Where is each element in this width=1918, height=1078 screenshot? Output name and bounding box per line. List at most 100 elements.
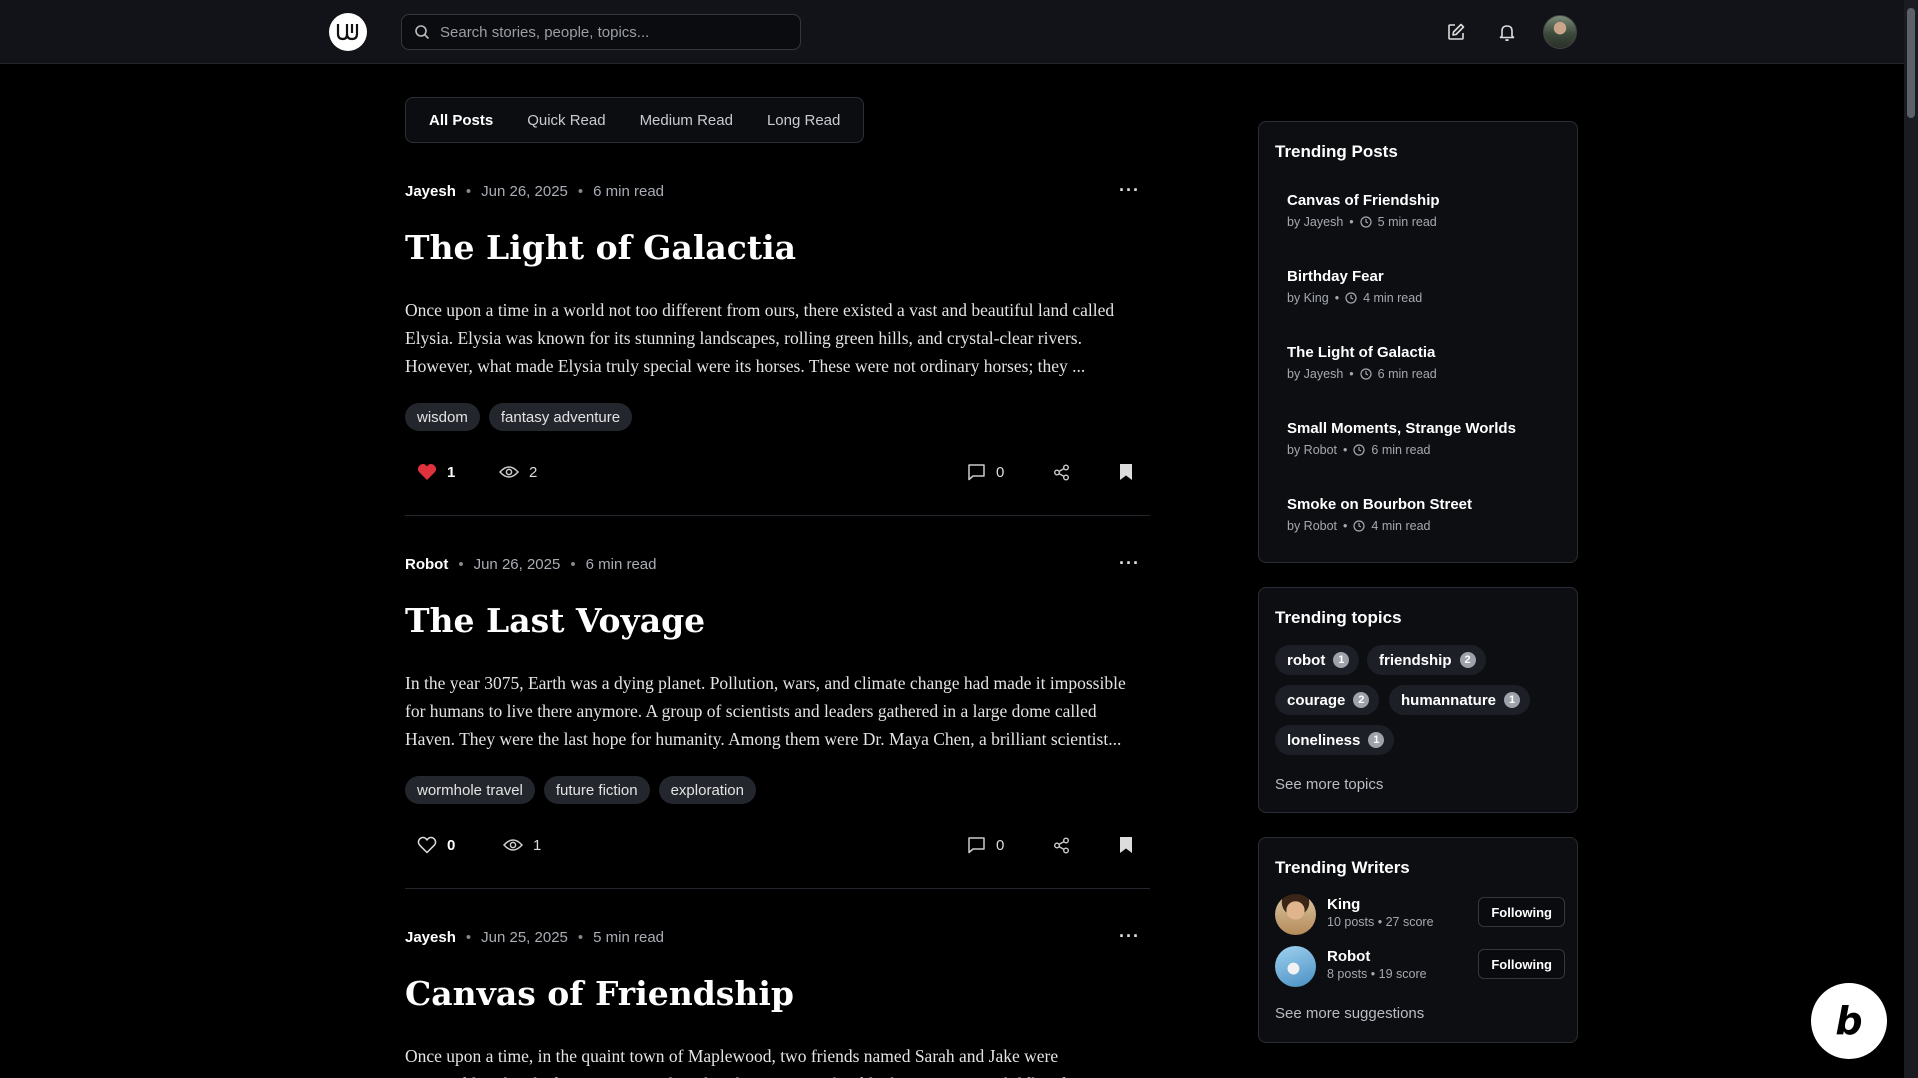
trending-post-title[interactable]: The Light of Galactia: [1287, 344, 1437, 361]
see-more-suggestions-link[interactable]: See more suggestions: [1275, 1005, 1424, 1022]
trending-post-item[interactable]: The Light of Galactia by Jayesh • 6 min re…: [1287, 344, 1437, 381]
view-count: 1: [533, 836, 542, 854]
heart-outline-icon: [417, 836, 437, 854]
read-length-tabs: All Posts Quick Read Medium Read Long Re…: [405, 97, 865, 143]
trending-post-item[interactable]: Smoke on Bourbon Street by Robot • 4 min r…: [1287, 496, 1472, 533]
comment-button[interactable]: 0: [967, 832, 1004, 858]
following-button[interactable]: Following: [1478, 897, 1565, 927]
more-options-icon[interactable]: ···: [1119, 180, 1140, 201]
tag-chip[interactable]: future fiction: [543, 776, 650, 804]
trending-post-title[interactable]: Smoke on Bourbon Street: [1287, 496, 1472, 513]
scrollbar-thumb[interactable]: [1907, 8, 1915, 118]
page-scrollbar[interactable]: [1904, 0, 1918, 1078]
search-bar[interactable]: [401, 14, 801, 50]
post-excerpt: Once upon a time in a world not too diff…: [405, 300, 1115, 376]
site-logo[interactable]: [329, 13, 367, 51]
tag-chip[interactable]: wormhole travel: [405, 776, 535, 804]
topic-count: 1: [1368, 732, 1385, 748]
post-title[interactable]: The Light of Galactia: [405, 228, 1150, 268]
post-actions: 1 2 0: [405, 459, 1150, 485]
post-card[interactable]: Jayesh • Jun 25, 2025 • 5 min read ··· C…: [405, 926, 1150, 1078]
clock-icon: [1360, 216, 1372, 228]
like-count: 0: [447, 836, 456, 854]
topic-count: 2: [1459, 652, 1476, 668]
like-button[interactable]: 1: [417, 459, 455, 485]
trending-post-item[interactable]: Canvas of Friendship by Jayesh • 5 min rea…: [1287, 192, 1440, 229]
post-meta: Jayesh • Jun 26, 2025 • 6 min read: [405, 182, 665, 200]
writer-row: King 10 posts • 27 score Following: [1275, 894, 1565, 936]
post-read-time: 6 min read: [585, 555, 657, 573]
post-tags: wormhole travel future fiction explorati…: [405, 776, 1150, 804]
topic-chip[interactable]: courage 2: [1275, 685, 1380, 715]
search-icon: [415, 25, 430, 40]
topic-count: 1: [1333, 652, 1350, 668]
clock-icon: [1360, 368, 1372, 380]
post-actions: 0 1 0: [405, 832, 1150, 858]
bookmark-button[interactable]: [1119, 459, 1133, 485]
post-title[interactable]: Canvas of Friendship: [405, 974, 1150, 1014]
writer-avatar[interactable]: [1275, 946, 1316, 987]
trending-post-item[interactable]: Birthday Fear by King • 4 min read: [1287, 268, 1422, 305]
post-card[interactable]: Jayesh • Jun 26, 2025 • 6 min read ··· T…: [405, 180, 1150, 485]
trending-post-title[interactable]: Small Moments, Strange Worlds: [1287, 420, 1516, 437]
post-author[interactable]: Jayesh: [405, 929, 456, 946]
trending-post-title[interactable]: Canvas of Friendship: [1287, 192, 1440, 209]
bell-icon[interactable]: [1495, 20, 1519, 44]
topic-chip[interactable]: loneliness 1: [1275, 725, 1395, 755]
tab-long-read[interactable]: Long Read: [750, 98, 857, 142]
bookmark-button[interactable]: [1119, 832, 1133, 858]
trending-posts-card: Trending Posts Canvas of Friendship by J…: [1258, 121, 1578, 563]
clock-icon: [1345, 292, 1357, 304]
tab-quick-read[interactable]: Quick Read: [510, 98, 622, 142]
tag-chip[interactable]: fantasy adventure: [488, 403, 633, 431]
eye-icon: [499, 466, 519, 478]
trending-writers-card: Trending Writers King 10 posts • 27 scor…: [1258, 837, 1578, 1043]
post-excerpt: In the year 3075, Earth was a dying plan…: [405, 673, 1126, 749]
post-tags: wisdom fantasy adventure: [405, 403, 1150, 431]
tag-chip[interactable]: exploration: [658, 776, 756, 804]
writer-row: Robot 8 posts • 19 score Following: [1275, 946, 1565, 988]
writer-name[interactable]: King: [1327, 896, 1360, 913]
topic-chip[interactable]: friendship 2: [1367, 645, 1486, 675]
topic-chip[interactable]: humannature 1: [1389, 685, 1531, 715]
write-icon[interactable]: [1444, 20, 1468, 44]
tab-medium-read[interactable]: Medium Read: [623, 98, 750, 142]
bookmark-icon: [1120, 464, 1132, 480]
trending-topics-card: Trending topics robot 1 friendship 2 coura…: [1258, 587, 1578, 813]
tab-all-posts[interactable]: All Posts: [412, 98, 510, 142]
trending-post-title[interactable]: Birthday Fear: [1287, 268, 1422, 285]
comment-button[interactable]: 0: [967, 459, 1004, 485]
comment-count: 0: [996, 463, 1005, 481]
trending-writers-heading: Trending Writers: [1275, 858, 1410, 877]
writer-stats: 8 posts • 19 score: [1327, 967, 1427, 981]
comment-count: 0: [996, 836, 1005, 854]
tag-chip[interactable]: wisdom: [405, 403, 480, 431]
bolt-badge-logo[interactable]: b: [1811, 983, 1887, 1059]
like-button[interactable]: 0: [417, 832, 455, 858]
writer-avatar[interactable]: [1275, 894, 1316, 935]
search-input[interactable]: [440, 23, 780, 41]
topic-chip[interactable]: robot 1: [1275, 645, 1360, 675]
post-meta: Robot • Jun 26, 2025 • 6 min read: [405, 555, 657, 573]
post-author[interactable]: Robot: [405, 556, 448, 573]
see-more-topics-link[interactable]: See more topics: [1275, 776, 1383, 793]
user-avatar[interactable]: [1543, 15, 1577, 49]
post-card[interactable]: Robot • Jun 26, 2025 • 6 min read ··· Th…: [405, 553, 1150, 858]
writer-name[interactable]: Robot: [1327, 948, 1370, 965]
following-button[interactable]: Following: [1478, 949, 1565, 979]
more-options-icon[interactable]: ···: [1119, 553, 1140, 574]
post-date: Jun 25, 2025: [481, 928, 568, 946]
trending-topics-heading: Trending topics: [1275, 608, 1402, 627]
post-meta: Jayesh • Jun 25, 2025 • 5 min read: [405, 928, 665, 946]
trending-posts-heading: Trending Posts: [1275, 142, 1398, 161]
post-title[interactable]: The Last Voyage: [405, 601, 1150, 641]
share-button[interactable]: [1053, 459, 1070, 485]
share-icon: [1054, 464, 1069, 480]
more-options-icon[interactable]: ···: [1119, 926, 1140, 947]
topic-count: 1: [1504, 692, 1521, 708]
post-author[interactable]: Jayesh: [405, 183, 456, 200]
bookmark-icon: [1120, 837, 1132, 853]
share-button[interactable]: [1053, 832, 1070, 858]
writer-stats: 10 posts • 27 score: [1327, 915, 1434, 929]
trending-post-item[interactable]: Small Moments, Strange Worlds by Robot • 6…: [1287, 420, 1516, 457]
